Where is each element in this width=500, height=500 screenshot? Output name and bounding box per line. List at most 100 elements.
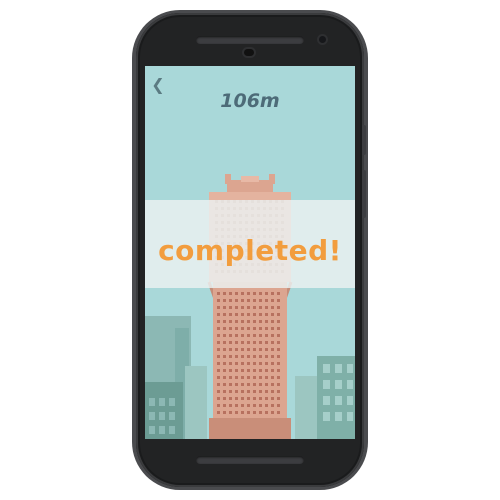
tower-window — [241, 306, 244, 309]
tower-window — [223, 334, 226, 337]
tower-window — [271, 299, 274, 302]
tower-window — [223, 292, 226, 295]
tower-window — [259, 320, 262, 323]
tower-window — [253, 299, 256, 302]
tower-window — [247, 327, 250, 330]
tower-window — [265, 397, 268, 400]
game-screen[interactable]: ❮ 106m completed! — [145, 66, 355, 439]
tower-window — [235, 404, 238, 407]
tower-window — [265, 327, 268, 330]
tower-window — [235, 397, 238, 400]
tower-window — [265, 306, 268, 309]
tower-window — [253, 383, 256, 386]
background-building-mid-left — [185, 366, 207, 439]
tower-window — [217, 397, 220, 400]
tower-window — [271, 306, 274, 309]
tower-window — [253, 327, 256, 330]
tower-window — [259, 313, 262, 316]
tower-window — [271, 334, 274, 337]
tower-window — [271, 383, 274, 386]
tower-window — [259, 362, 262, 365]
tower-window — [253, 376, 256, 379]
tower-window — [265, 376, 268, 379]
tower-window — [223, 376, 226, 379]
tower-window — [277, 320, 280, 323]
tower-window — [217, 383, 220, 386]
tower-window — [253, 397, 256, 400]
tower-body — [213, 282, 287, 439]
tower-window — [235, 341, 238, 344]
tower-window — [259, 292, 262, 295]
tower-window — [265, 390, 268, 393]
tower-window — [253, 348, 256, 351]
tower-window — [223, 299, 226, 302]
tower-window — [229, 383, 232, 386]
tower-window — [217, 404, 220, 407]
tower-window — [247, 313, 250, 316]
tower-window — [271, 348, 274, 351]
tower-window — [277, 299, 280, 302]
tower-window — [259, 306, 262, 309]
tower-window — [217, 362, 220, 365]
tower-window — [241, 299, 244, 302]
tower-window — [217, 334, 220, 337]
tower-window — [253, 404, 256, 407]
tower-window — [223, 341, 226, 344]
tower-window — [277, 313, 280, 316]
tower-window — [217, 306, 220, 309]
tower-window — [235, 369, 238, 372]
power-button — [362, 170, 366, 218]
tower-window — [271, 369, 274, 372]
tower-window — [217, 390, 220, 393]
tower-window — [223, 411, 226, 414]
tower-window — [253, 306, 256, 309]
tower-window — [277, 411, 280, 414]
tower-window — [259, 355, 262, 358]
tower-window — [241, 362, 244, 365]
tower-window — [235, 362, 238, 365]
tower-window — [223, 355, 226, 358]
tower-window — [265, 404, 268, 407]
volume-button — [362, 125, 366, 155]
tower-window — [271, 320, 274, 323]
proximity-sensor — [319, 36, 326, 43]
tower-window — [277, 327, 280, 330]
tower-window — [259, 341, 262, 344]
tower-window — [247, 390, 250, 393]
tower-window — [229, 355, 232, 358]
tower-window — [247, 348, 250, 351]
tower-window — [259, 411, 262, 414]
tower-window — [247, 362, 250, 365]
tower-window — [241, 348, 244, 351]
tower-window — [223, 383, 226, 386]
tower-window — [259, 299, 262, 302]
tower-window — [235, 313, 238, 316]
tower-window — [229, 362, 232, 365]
tower-window — [253, 341, 256, 344]
tower-window — [259, 397, 262, 400]
tower-window — [235, 334, 238, 337]
tower-window — [235, 327, 238, 330]
tower-window — [277, 390, 280, 393]
tower-window — [259, 383, 262, 386]
tower-window — [223, 362, 226, 365]
tower-window — [223, 397, 226, 400]
tower-window — [265, 355, 268, 358]
tower-window — [241, 383, 244, 386]
tower-window — [271, 362, 274, 365]
tower-window — [241, 404, 244, 407]
tower-window — [265, 299, 268, 302]
tower-window — [241, 327, 244, 330]
tower-window — [265, 341, 268, 344]
tower-window — [247, 411, 250, 414]
tower-window — [259, 348, 262, 351]
tower-window — [265, 362, 268, 365]
tower-window — [235, 390, 238, 393]
tower-window — [247, 397, 250, 400]
tower-window — [277, 355, 280, 358]
tower-window — [253, 411, 256, 414]
tower-window — [235, 355, 238, 358]
tower-window — [217, 299, 220, 302]
tower-window — [217, 292, 220, 295]
tower-window — [223, 313, 226, 316]
